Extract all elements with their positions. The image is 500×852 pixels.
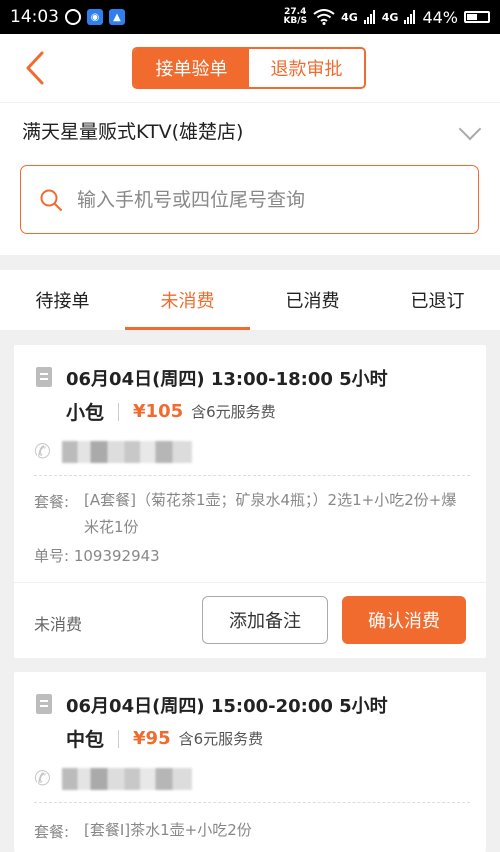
order-price: ¥95 bbox=[133, 728, 171, 749]
phone-icon: ✆ bbox=[34, 766, 51, 790]
confirm-consume-button[interactable]: 确认消费 bbox=[342, 596, 466, 644]
battery-icon bbox=[464, 11, 490, 23]
package-label: 套餐: bbox=[34, 493, 70, 511]
masked-phone-number bbox=[62, 441, 192, 463]
status-right: 27.4 KB/S 4G 4G 44% bbox=[283, 8, 490, 27]
signal-1-icon bbox=[363, 10, 375, 24]
alarm-icon bbox=[65, 9, 81, 25]
signal-2-icon bbox=[404, 10, 416, 24]
tab-consumed[interactable]: 已消费 bbox=[250, 270, 375, 330]
order-status-tabs: 待接单 未消费 已消费 已退订 bbox=[0, 270, 500, 331]
search-icon bbox=[40, 189, 62, 211]
package-details: [套餐I]茶水1壶+小吃2份 bbox=[84, 821, 252, 839]
package-label: 套餐: bbox=[34, 823, 70, 841]
divider bbox=[118, 729, 120, 748]
add-note-button[interactable]: 添加备注 bbox=[202, 596, 328, 644]
document-icon bbox=[36, 694, 52, 714]
order-status: 未消费 bbox=[34, 615, 83, 634]
service-fee: 含6元服务费 bbox=[191, 403, 276, 421]
back-button[interactable] bbox=[18, 48, 52, 88]
status-bar: 14:03 ◉ ▲ 27.4 KB/S 4G 4G 44% bbox=[0, 0, 500, 34]
signal-2-label: 4G bbox=[381, 10, 399, 24]
store-panel: 满天星量贩式KTV(雄楚店) bbox=[0, 103, 500, 255]
eye-app-icon: ◉ bbox=[87, 9, 103, 25]
search-input[interactable] bbox=[75, 187, 459, 212]
order-datetime: 06月04日(周四) 15:00-20:00 5小时 bbox=[66, 696, 388, 717]
order-price: ¥105 bbox=[133, 401, 184, 422]
room-type: 小包 bbox=[66, 402, 105, 424]
tab-unconsumed[interactable]: 未消费 bbox=[125, 270, 250, 330]
dashed-divider bbox=[34, 475, 470, 476]
order-number: 单号: 109392943 bbox=[34, 547, 160, 565]
tab-accept-verify[interactable]: 接单验单 bbox=[134, 49, 249, 87]
search-box[interactable] bbox=[20, 165, 479, 234]
network-speed-unit: KB/S bbox=[283, 16, 308, 26]
top-bar: 接单验单 退款审批 bbox=[0, 34, 500, 103]
tab-pending[interactable]: 待接单 bbox=[0, 270, 125, 330]
package-details: [A套餐]（菊花茶1壶；矿泉水4瓶；）2选1+小吃2份+爆米花1份 bbox=[84, 491, 457, 536]
service-fee: 含6元服务费 bbox=[178, 730, 264, 748]
battery-percent: 44% bbox=[422, 7, 458, 27]
tab-refunded[interactable]: 已退订 bbox=[375, 270, 500, 330]
card-divider bbox=[14, 582, 486, 583]
phone-icon: ✆ bbox=[34, 439, 51, 463]
document-icon bbox=[36, 367, 52, 387]
signal-1-label: 4G bbox=[341, 10, 358, 24]
warning-app-icon: ▲ bbox=[109, 9, 125, 25]
room-line: 中包 ¥95 含6元服务费 bbox=[66, 725, 263, 752]
dashed-divider bbox=[34, 802, 470, 803]
divider bbox=[118, 402, 120, 421]
tab-refund-approval[interactable]: 退款审批 bbox=[249, 49, 364, 87]
order-card[interactable]: 06月04日(周四) 15:00-20:00 5小时 中包 ¥95 含6元服务费… bbox=[14, 672, 486, 852]
chevron-down-icon[interactable] bbox=[458, 117, 482, 141]
order-datetime: 06月04日(周四) 13:00-18:00 5小时 bbox=[66, 369, 388, 390]
wifi-icon bbox=[313, 9, 335, 25]
network-speed: 27.4 KB/S bbox=[283, 8, 307, 26]
masked-phone-number bbox=[62, 768, 192, 790]
mode-switch: 接单验单 退款审批 bbox=[132, 47, 366, 89]
room-line: 小包 ¥105 含6元服务费 bbox=[66, 398, 276, 425]
status-left: 14:03 ◉ ▲ bbox=[10, 7, 125, 27]
store-selector[interactable]: 满天星量贩式KTV(雄楚店) bbox=[22, 117, 243, 144]
order-card[interactable]: 06月04日(周四) 13:00-18:00 5小时 小包 ¥105 含6元服务… bbox=[14, 345, 486, 658]
status-time: 14:03 bbox=[10, 7, 59, 27]
room-type: 中包 bbox=[66, 729, 105, 751]
chevron-left-icon bbox=[26, 51, 44, 85]
